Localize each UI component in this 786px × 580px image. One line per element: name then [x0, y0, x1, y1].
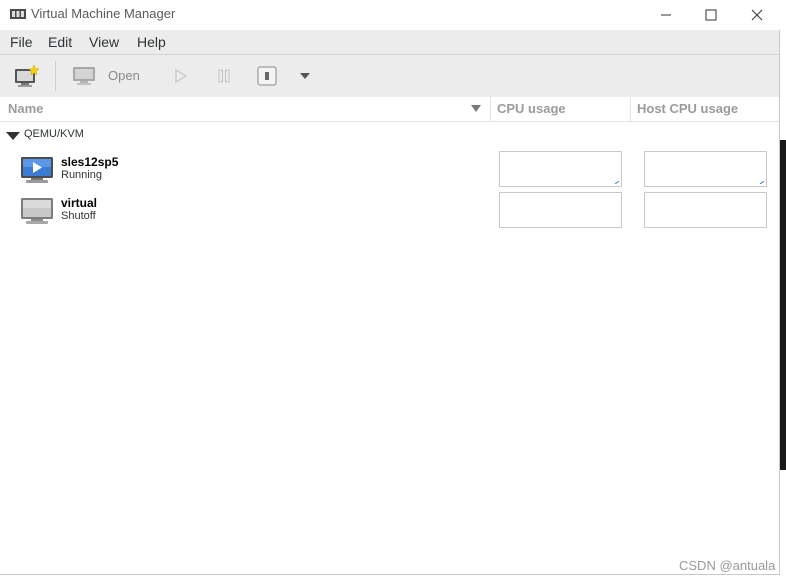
shutdown-icon	[257, 66, 277, 85]
minimize-icon	[661, 14, 671, 16]
connection-label: QEMU/KVM	[24, 128, 84, 140]
toolbar-separator	[55, 61, 56, 91]
cpu-usage-graph	[499, 151, 622, 187]
vm-name: sles12sp5	[61, 155, 119, 169]
column-host-cpu-usage[interactable]: Host CPU usage	[637, 101, 738, 116]
pause-button[interactable]	[214, 66, 234, 86]
app-window: Virtual Machine Manager File Edit View H…	[0, 0, 780, 575]
column-cpu-usage[interactable]: CPU usage	[497, 101, 566, 116]
host-cpu-usage-graph	[644, 151, 767, 187]
column-name[interactable]: Name	[8, 101, 43, 116]
minimize-button[interactable]	[643, 0, 689, 30]
vm-running-icon	[21, 157, 53, 183]
vm-name: virtual	[61, 196, 98, 210]
titlebar: Virtual Machine Manager	[0, 0, 780, 30]
vm-state: Shutoff	[61, 210, 96, 222]
chevron-down-icon	[300, 73, 310, 79]
connection-group-row[interactable]: QEMU/KVM	[0, 126, 779, 144]
host-cpu-usage-graph	[644, 192, 767, 228]
menu-edit[interactable]: Edit	[48, 34, 72, 50]
menubar: File Edit View Help	[0, 30, 779, 55]
play-icon	[175, 68, 188, 84]
close-button[interactable]	[734, 0, 780, 30]
cpu-usage-graph	[499, 192, 622, 228]
header-separator	[630, 97, 631, 121]
vm-state: Running	[61, 169, 102, 181]
run-button[interactable]	[170, 66, 190, 86]
graph-line-mark	[760, 181, 764, 184]
watermark: CSDN @antuala	[679, 558, 776, 573]
expander-down-icon[interactable]	[6, 132, 20, 140]
menu-file[interactable]: File	[10, 34, 33, 50]
open-button-label[interactable]: Open	[108, 68, 140, 83]
vm-shutoff-icon	[21, 198, 53, 224]
header-separator	[490, 97, 491, 121]
desktop-dark-edge	[780, 140, 786, 470]
console-monitor-icon	[73, 67, 95, 85]
shutdown-menu-button[interactable]	[297, 69, 313, 83]
menu-view[interactable]: View	[89, 34, 119, 50]
maximize-button[interactable]	[688, 0, 734, 30]
open-button[interactable]	[70, 65, 98, 87]
new-vm-icon	[15, 64, 40, 87]
pause-icon	[218, 69, 230, 83]
sort-arrow-icon[interactable]	[471, 105, 481, 112]
vm-list-header: Name CPU usage Host CPU usage	[0, 97, 779, 122]
toolbar: Open	[0, 55, 779, 98]
shutdown-button[interactable]	[257, 65, 277, 86]
window-title: Virtual Machine Manager	[31, 6, 176, 21]
maximize-icon	[705, 9, 717, 21]
menu-help[interactable]: Help	[137, 34, 166, 50]
new-vm-button[interactable]	[12, 63, 42, 89]
close-icon	[751, 9, 763, 21]
virt-manager-app-icon	[10, 9, 26, 19]
graph-line-mark	[615, 181, 619, 184]
